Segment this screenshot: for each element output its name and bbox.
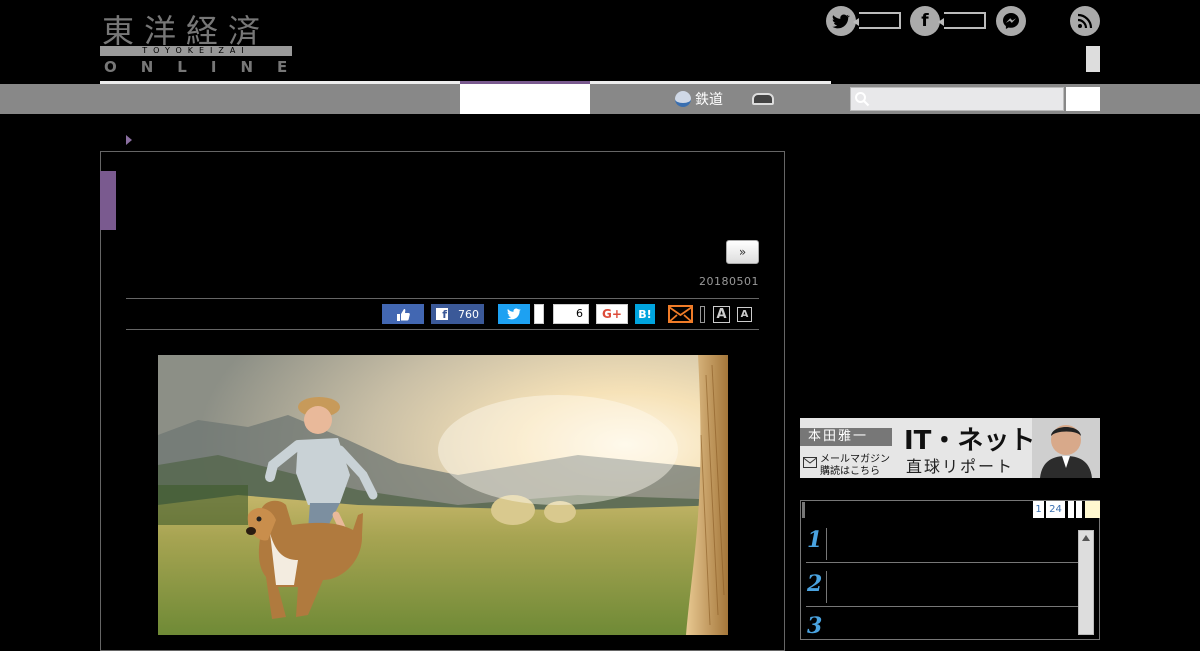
facebook-icon[interactable]: f <box>910 6 940 36</box>
mail-magazine-banner[interactable]: 本田雅一 IT・ネット 直球リポート メールマガジン 購読はこちら <box>800 418 1100 478</box>
category-tag[interactable] <box>100 171 116 230</box>
facebook-share-count: 760 <box>458 307 479 321</box>
banner-author: 本田雅一 <box>800 428 892 446</box>
rank-divider <box>806 606 1078 607</box>
facebook-like-count <box>938 12 986 29</box>
ranking-tab[interactable] <box>1068 501 1074 518</box>
banner-subtitle: 直球リポート <box>906 457 1015 476</box>
rss-icon[interactable] <box>1070 6 1100 36</box>
ranking-page-1[interactable]: 1 <box>1033 501 1044 518</box>
article-main-image <box>158 355 728 635</box>
twitter-share-button[interactable] <box>498 304 530 324</box>
mail-icon[interactable] <box>668 304 693 328</box>
facebook-share-button[interactable]: f 760 <box>431 304 484 324</box>
divider <box>126 298 759 299</box>
login-button[interactable] <box>1086 46 1100 72</box>
banner-title: IT・ネット <box>904 426 1036 456</box>
next-page-button[interactable]: » <box>726 240 759 264</box>
divider <box>126 329 759 330</box>
breadcrumb-arrow-icon <box>126 135 132 145</box>
banner-mail-line2: 購読はこちら <box>820 466 880 477</box>
ranking-scrollbar[interactable] <box>1078 530 1094 635</box>
ranking-page-24[interactable]: 24 <box>1046 501 1065 518</box>
logo-band: TOYOKEIZAI <box>100 46 292 56</box>
logo-online: ONLINE <box>104 58 312 76</box>
like-button[interactable] <box>382 304 424 324</box>
rank-number-1: 1 <box>807 527 823 553</box>
author-photo <box>1032 418 1100 478</box>
nav-item-car[interactable] <box>752 86 774 112</box>
print-button[interactable] <box>700 306 705 323</box>
hatena-bookmark-button[interactable]: B! <box>635 304 655 324</box>
ranking-box <box>800 500 1100 640</box>
rank-divider <box>806 562 1078 563</box>
font-size-large-icon[interactable]: A <box>713 306 730 323</box>
nav-item-label: 鉄道 <box>695 92 723 108</box>
pocket-share-count: 6 <box>553 304 589 324</box>
google-plus-icon: G+ <box>602 307 622 321</box>
nav-item-railway[interactable]: 鉄道 <box>675 86 723 112</box>
twitter-icon[interactable] <box>826 6 856 36</box>
ranking-header-bar <box>802 502 805 518</box>
rank-number-2: 2 <box>807 571 823 597</box>
hatena-icon: B! <box>638 307 652 321</box>
nav-tab-selected[interactable] <box>460 81 590 114</box>
twitter-follow-count <box>853 12 901 29</box>
site-logo[interactable]: 東洋経済 TOYOKEIZAI ONLINE <box>100 6 295 76</box>
google-plus-share-button[interactable]: G+ <box>596 304 628 324</box>
mail-icon <box>803 453 817 472</box>
rank-separator <box>826 571 827 603</box>
ranking-tab[interactable] <box>1076 501 1082 518</box>
messenger-icon[interactable] <box>996 6 1026 36</box>
rank-number-3: 3 <box>807 613 823 639</box>
facebook-icon: f <box>436 308 448 321</box>
rank-separator <box>826 528 827 560</box>
font-size-small-icon[interactable]: A <box>737 307 752 322</box>
train-icon <box>675 91 691 107</box>
article-date: 20180501 <box>699 275 759 288</box>
scroll-up-icon[interactable] <box>1082 535 1090 541</box>
thumbs-up-icon <box>397 308 410 321</box>
search-icon <box>854 91 870 111</box>
twitter-icon <box>507 308 521 320</box>
search-button[interactable] <box>1066 87 1100 111</box>
car-icon <box>752 93 774 105</box>
ranking-tab-highlight[interactable] <box>1085 501 1100 518</box>
twitter-share-count <box>534 304 544 324</box>
search-input[interactable] <box>850 87 1064 111</box>
